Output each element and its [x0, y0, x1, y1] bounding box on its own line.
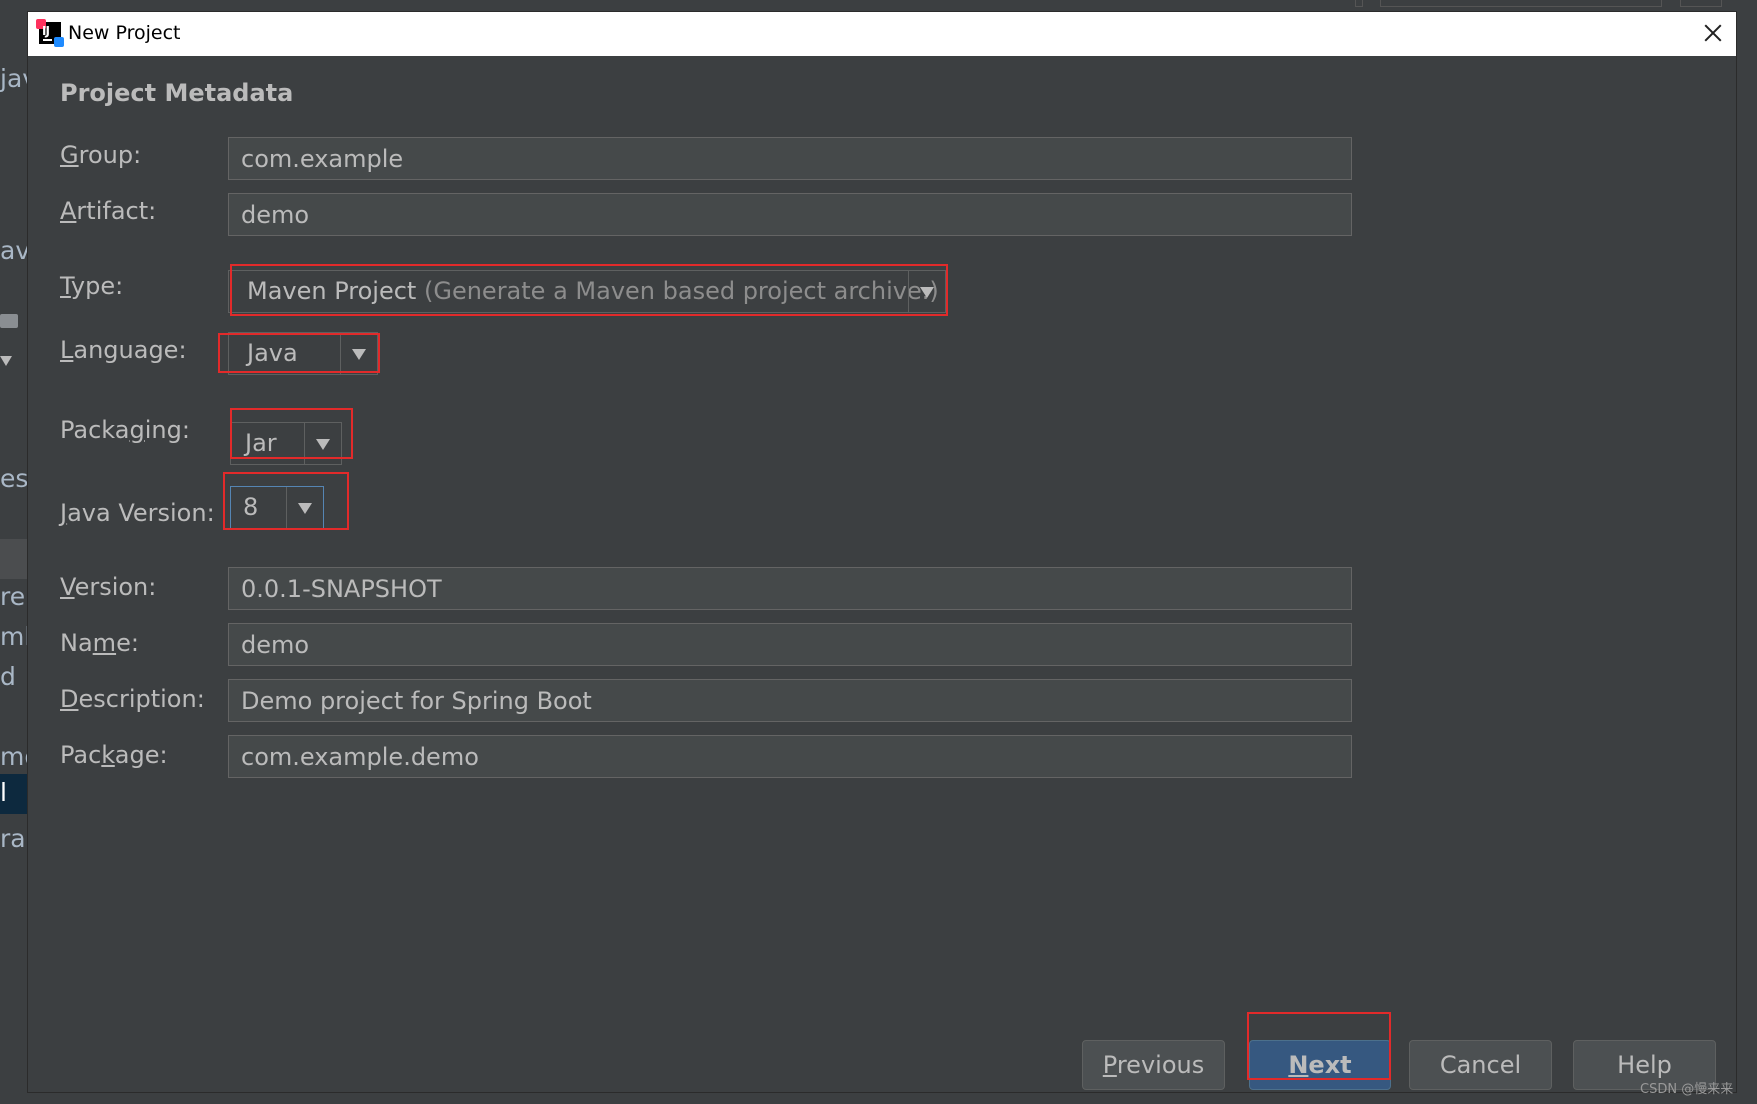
ide-top-toolbar: [0, 0, 1757, 12]
section-title: Project Metadata: [60, 79, 294, 107]
tree-item-fragment[interactable]: re: [0, 582, 25, 611]
type-label: Type:: [60, 272, 124, 300]
package-field[interactable]: [228, 735, 1352, 778]
language-value: Java: [247, 339, 298, 367]
intellij-logo-icon: IJ: [36, 19, 64, 47]
name-label: Name:: [60, 629, 139, 657]
type-dropdown[interactable]: Maven Project (Generate a Maven based pr…: [228, 270, 946, 313]
tree-item-fragment[interactable]: d: [0, 662, 16, 691]
java-version-label: Java Version:: [60, 499, 215, 527]
chevron-down-icon[interactable]: [908, 271, 945, 312]
next-button[interactable]: Next: [1249, 1040, 1391, 1090]
java-version-value: 8: [243, 493, 259, 521]
artifact-label: Artifact:: [60, 197, 157, 225]
version-field[interactable]: [228, 567, 1352, 610]
close-icon[interactable]: [1698, 18, 1728, 48]
ide-right-strip: [1736, 12, 1757, 1104]
packaging-label: Packaging:: [60, 416, 190, 444]
language-label: Language:: [60, 336, 187, 364]
chevron-down-icon[interactable]: [304, 423, 341, 464]
group-label: Group:: [60, 141, 142, 169]
java-version-dropdown[interactable]: 8: [230, 486, 324, 529]
tree-item-fragment[interactable]: l: [0, 778, 7, 807]
language-dropdown[interactable]: Java: [228, 332, 378, 375]
chevron-down-icon[interactable]: [286, 487, 323, 528]
cancel-button[interactable]: Cancel: [1409, 1040, 1552, 1090]
tree-item-fragment[interactable]: ava: [0, 236, 28, 265]
name-field[interactable]: [228, 623, 1352, 666]
toolbar-button[interactable]: [1680, 0, 1722, 7]
type-value: Maven Project: [247, 277, 417, 305]
tree-item-fragment[interactable]: rar: [0, 824, 28, 853]
package-label: Package:: [60, 741, 168, 769]
dialog-titlebar: IJ New Project: [28, 12, 1736, 56]
toolbar-separator: [1355, 0, 1363, 7]
previous-button[interactable]: Previous: [1082, 1040, 1225, 1090]
tree-item-fragment[interactable]: esc: [0, 464, 28, 493]
version-label: Version:: [60, 573, 157, 601]
folder-icon: [0, 314, 18, 328]
project-tree-panel: jav ava esc re ml d md l rar: [0, 12, 28, 1104]
group-field[interactable]: [228, 137, 1352, 180]
tree-item-fragment[interactable]: jav: [0, 64, 28, 93]
packaging-dropdown[interactable]: Jar: [230, 422, 342, 465]
new-project-dialog: IJ New Project Project Metadata Group: A…: [28, 12, 1736, 1092]
tree-item-fragment[interactable]: ml: [0, 622, 28, 651]
watermark: CSDN @慢来来: [1640, 1082, 1734, 1097]
ide-bottom-strip: [28, 1092, 1736, 1104]
description-field[interactable]: [228, 679, 1352, 722]
type-description: (Generate a Maven based project archive.…: [423, 277, 939, 305]
artifact-field[interactable]: [228, 193, 1352, 236]
tree-item-hover: [0, 539, 28, 579]
expand-arrow-icon[interactable]: [0, 356, 12, 366]
tree-item-fragment[interactable]: md: [0, 742, 28, 771]
description-label: Description:: [60, 685, 205, 713]
packaging-value: Jar: [245, 429, 277, 457]
chevron-down-icon[interactable]: [340, 333, 377, 374]
dialog-title: New Project: [68, 22, 181, 44]
run-config-combo[interactable]: [1380, 0, 1662, 7]
